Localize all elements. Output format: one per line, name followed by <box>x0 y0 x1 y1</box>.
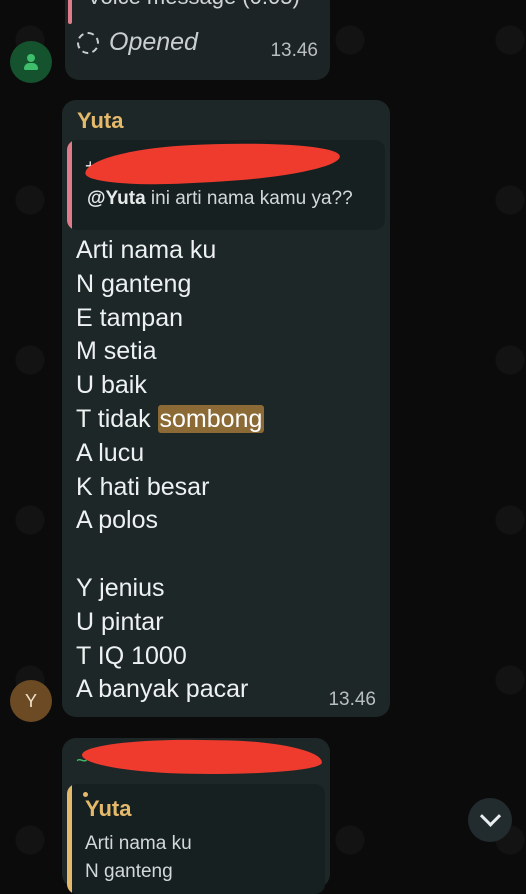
search-highlight: sombong <box>157 404 265 433</box>
message-time: 13.46 <box>328 689 376 710</box>
quoted-text: @Yuta ini arti nama kamu ya?? <box>87 188 353 209</box>
chevron-down-icon <box>479 805 501 827</box>
redaction-scribble <box>81 737 323 777</box>
message-text: Arti nama ku N ganteng E tampan M setia … <box>76 236 265 704</box>
contact-avatar[interactable] <box>10 41 52 83</box>
voice-message-label: Voice message (0:05) <box>87 0 300 10</box>
scroll-to-bottom-button[interactable] <box>468 798 512 842</box>
quoted-text: Arti nama ku N ganteng <box>85 833 192 882</box>
message-bubble-main[interactable]: Yuta + @Yuta ini arti nama kamu ya?? Art… <box>62 100 390 717</box>
message-bubble-voice[interactable]: Voice message (0:05) Opened 13.46 <box>65 0 330 80</box>
message-time: 13.46 <box>270 40 318 61</box>
quote-bar <box>67 784 72 894</box>
message-bubble-reply[interactable]: ~ Yuta Arti nama ku N ganteng <box>62 737 330 894</box>
sender-name[interactable]: Yuta <box>77 108 123 134</box>
sender-avatar[interactable]: Y <box>10 680 52 722</box>
view-once-icon <box>77 32 99 54</box>
quoted-message[interactable]: + @Yuta ini arti nama kamu ya?? <box>67 140 385 230</box>
quote-bar <box>67 140 72 230</box>
person-icon <box>24 54 38 70</box>
quoted-sender: Yuta <box>85 796 132 821</box>
quoted-message[interactable]: Yuta Arti nama ku N ganteng <box>67 784 325 894</box>
opened-status: Opened <box>109 28 198 56</box>
quote-bar <box>68 0 72 24</box>
mention[interactable]: @Yuta <box>87 188 146 209</box>
redaction-scribble <box>84 140 341 189</box>
